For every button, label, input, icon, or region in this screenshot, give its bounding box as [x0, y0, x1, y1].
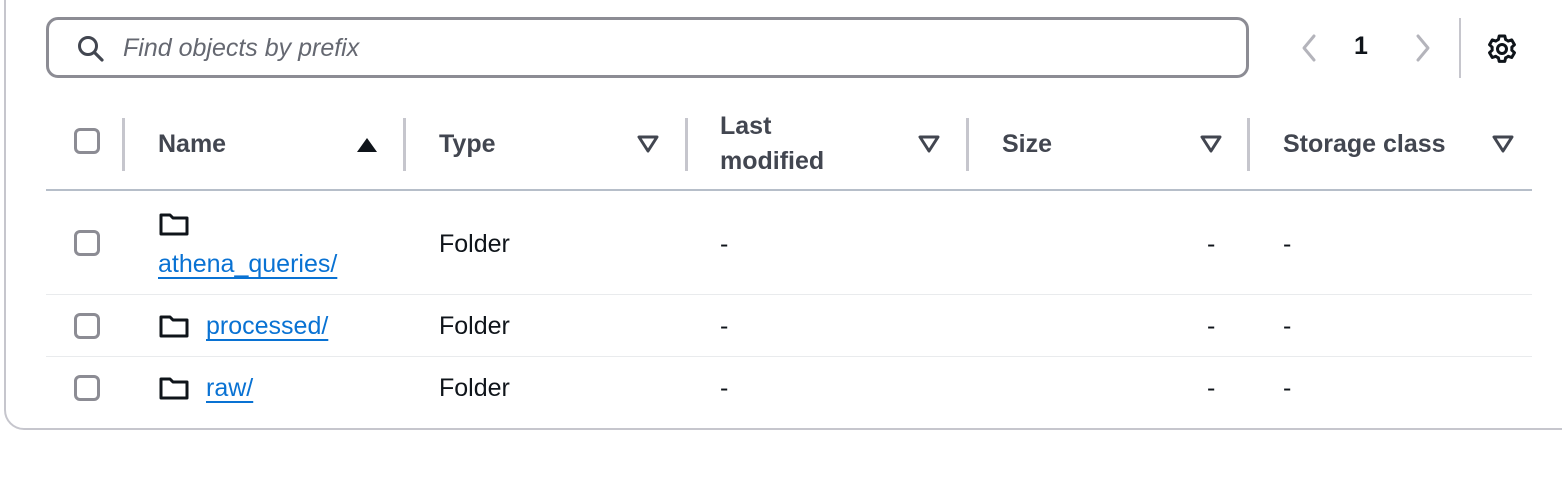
column-separator[interactable]: [403, 118, 406, 171]
select-all-checkbox[interactable]: [74, 128, 100, 154]
search-box[interactable]: [46, 17, 1249, 78]
cell-type: Folder: [439, 312, 510, 340]
cell-last-modified: -: [720, 230, 729, 258]
object-link[interactable]: processed/: [206, 312, 328, 341]
sort-caret-down-icon[interactable]: [918, 135, 940, 153]
search-input[interactable]: [123, 28, 1223, 68]
folder-icon: [159, 377, 189, 400]
cell-storage-class: -: [1283, 230, 1292, 258]
column-header-type[interactable]: Type: [439, 130, 496, 159]
current-page-number[interactable]: 1: [1354, 32, 1368, 61]
column-header-last-modified-line1[interactable]: Last: [720, 112, 771, 141]
cell-size: -: [1207, 230, 1216, 258]
column-separator: [122, 118, 125, 171]
sort-caret-down-icon[interactable]: [1200, 135, 1222, 153]
chevron-right-icon[interactable]: [1409, 32, 1435, 64]
sort-caret-down-icon[interactable]: [1492, 135, 1514, 153]
row-divider: [46, 356, 1532, 357]
sort-ascending-icon[interactable]: [356, 136, 378, 154]
column-separator[interactable]: [966, 118, 969, 171]
column-header-last-modified-line2[interactable]: modified: [720, 147, 824, 176]
column-header-size[interactable]: Size: [1002, 130, 1052, 159]
column-separator[interactable]: [1247, 118, 1250, 171]
search-icon: [78, 36, 104, 62]
sort-caret-down-icon[interactable]: [637, 135, 659, 153]
row-checkbox[interactable]: [74, 313, 100, 339]
cell-storage-class: -: [1283, 374, 1292, 402]
column-header-storage-class[interactable]: Storage class: [1283, 130, 1446, 159]
cell-storage-class: -: [1283, 312, 1292, 340]
row-divider: [46, 294, 1532, 295]
cell-last-modified: -: [720, 374, 729, 402]
cell-size: -: [1207, 312, 1216, 340]
row-checkbox[interactable]: [74, 230, 100, 256]
pagination-divider: [1459, 18, 1461, 78]
folder-icon: [159, 213, 189, 236]
column-header-name[interactable]: Name: [158, 130, 226, 159]
cell-type: Folder: [439, 374, 510, 402]
gear-icon[interactable]: [1486, 33, 1518, 65]
header-divider: [46, 189, 1532, 191]
folder-icon: [159, 315, 189, 338]
cell-type: Folder: [439, 230, 510, 258]
object-link[interactable]: athena_queries/: [158, 250, 337, 279]
column-separator[interactable]: [685, 118, 688, 171]
row-checkbox[interactable]: [74, 375, 100, 401]
cell-size: -: [1207, 374, 1216, 402]
chevron-left-icon[interactable]: [1297, 32, 1323, 64]
cell-last-modified: -: [720, 312, 729, 340]
object-link[interactable]: raw/: [206, 374, 253, 403]
